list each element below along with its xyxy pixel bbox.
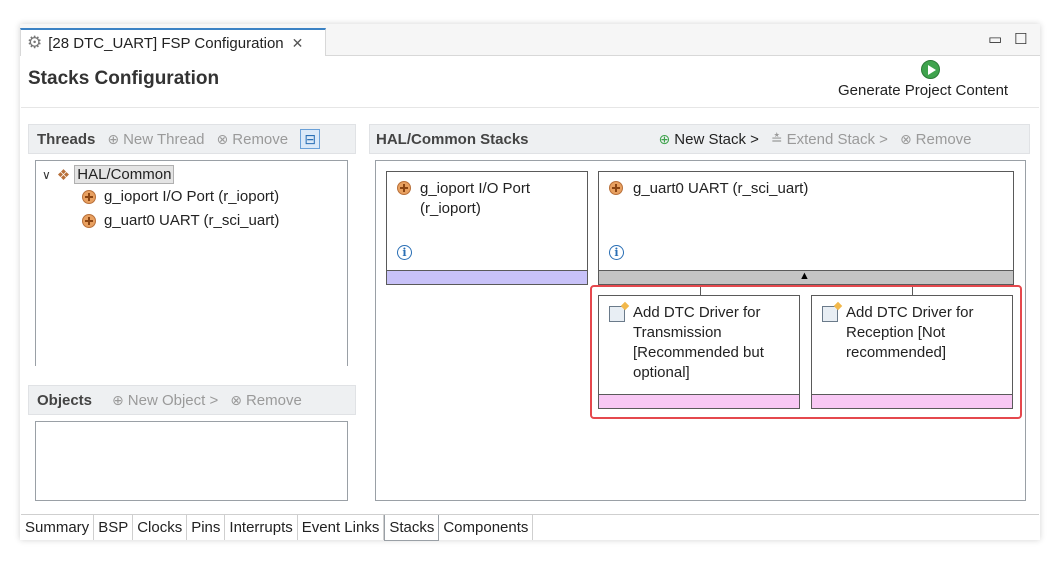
block-title: g_uart0 UART (r_sci_uart) <box>633 180 809 197</box>
page-title: Stacks Configuration <box>28 68 220 89</box>
stack-block-bar <box>387 270 587 284</box>
dtc-block-bar <box>599 394 799 408</box>
tree-item-label: g_uart0 UART (r_sci_uart) <box>104 212 280 229</box>
dtc-block-bar <box>812 394 1012 408</box>
editor-tab-label: [28 DTC_UART] FSP Configuration <box>48 34 284 52</box>
collapse-icon[interactable]: ⊟ <box>300 129 321 149</box>
tree-item-ioport[interactable]: g_ioport I/O Port (r_ioport) <box>82 188 279 205</box>
tab-clocks[interactable]: Clocks <box>133 515 188 540</box>
chevron-down-icon[interactable]: ∨ <box>42 168 51 182</box>
tab-components[interactable]: Components <box>439 515 534 540</box>
dtc-text-line: Add DTC Driver for <box>846 304 974 321</box>
threads-header: Threads ⊕ New Thread ⊗ Remove ⊟ <box>28 124 356 154</box>
remove-icon: ⊗ <box>216 130 229 147</box>
bottom-tab-bar: Summary BSP Clocks Pins Interrupts Event… <box>21 514 1039 541</box>
dtc-block-transmission[interactable]: Add DTC Driver for Transmission [Recomme… <box>598 295 800 409</box>
dtc-text-line: Transmission <box>633 324 722 341</box>
add-driver-icon <box>822 306 838 322</box>
new-object-label: New Object > <box>127 391 219 409</box>
objects-heading: Objects <box>37 391 93 409</box>
generate-icon[interactable] <box>921 60 940 79</box>
extend-stack-icon: ≛ <box>770 130 783 147</box>
tab-interrupts[interactable]: Interrupts <box>225 515 298 540</box>
tree-root-label: HAL/Common <box>74 165 175 184</box>
dtc-block-text: Add DTC Driver for Reception [Not recomm… <box>846 303 974 363</box>
info-icon[interactable]: i <box>609 245 624 260</box>
gear-icon: ⚙ <box>27 33 43 52</box>
stacks-header: HAL/Common Stacks ⊕ New Stack > ≛ Extend… <box>369 124 1030 154</box>
stack-block-ioport[interactable]: g_ioport I/O Port (r_ioport) i <box>386 171 588 285</box>
new-object-icon: ⊕ <box>112 391 124 408</box>
new-stack-button[interactable]: ⊕ New Stack > <box>659 131 759 148</box>
remove-icon: ⊗ <box>230 391 242 408</box>
block-title-line: g_ioport I/O Port <box>420 180 531 197</box>
module-icon <box>397 181 411 195</box>
remove-stack-button[interactable]: ⊗ Remove <box>900 131 972 148</box>
hal-common-icon: ❖ <box>56 166 71 184</box>
remove-thread-button[interactable]: ⊗ Remove <box>217 131 289 148</box>
generate-project-content-button[interactable]: Generate Project Content <box>838 82 1008 99</box>
block-title: g_ioport I/O Port (r_ioport) <box>420 179 530 219</box>
new-thread-icon: ⊕ <box>107 130 120 147</box>
remove-thread-label: Remove <box>232 130 289 148</box>
minimize-icon[interactable]: ▭ <box>988 30 1002 48</box>
remove-icon: ⊗ <box>899 130 912 147</box>
extend-stack-button[interactable]: ≛ Extend Stack > <box>771 131 888 148</box>
module-icon <box>82 213 96 228</box>
objects-list <box>35 421 348 501</box>
tab-bsp[interactable]: BSP <box>94 515 134 540</box>
add-driver-icon <box>609 306 625 322</box>
stacks-heading: HAL/Common Stacks <box>376 130 529 148</box>
tree-item-label: g_ioport I/O Port (r_ioport) <box>104 188 280 205</box>
tree-root-row[interactable]: ∨ ❖ HAL/Common <box>42 165 175 184</box>
close-icon[interactable]: ✕ <box>292 35 304 52</box>
dtc-text-line: optional] <box>633 364 690 381</box>
new-thread-label: New Thread <box>123 130 205 148</box>
dtc-text-line: recommended] <box>846 344 947 361</box>
editor-tab[interactable]: ⚙ [28 DTC_UART] FSP Configuration ✕ <box>20 28 326 56</box>
extend-stack-label: Extend Stack > <box>786 130 888 148</box>
objects-header: Objects ⊕ New Object > ⊗ Remove <box>28 385 356 415</box>
tab-summary[interactable]: Summary <box>21 515 95 540</box>
module-icon <box>82 189 96 204</box>
stack-block-uart[interactable]: g_uart0 UART (r_sci_uart) i ▲ <box>598 171 1014 285</box>
tab-stacks[interactable]: Stacks <box>384 515 440 541</box>
expand-up-icon[interactable]: ▲ <box>799 270 810 282</box>
new-object-button[interactable]: ⊕ New Object > <box>112 392 218 409</box>
remove-object-label: Remove <box>245 391 302 409</box>
new-thread-button[interactable]: ⊕ New Thread <box>107 131 204 148</box>
block-title-line: (r_ioport) <box>420 200 481 217</box>
new-stack-icon: ⊕ <box>658 130 671 147</box>
info-icon[interactable]: i <box>397 245 412 260</box>
maximize-icon[interactable]: ☐ <box>1014 30 1027 48</box>
tree-item-uart[interactable]: g_uart0 UART (r_sci_uart) <box>82 212 279 229</box>
threads-heading: Threads <box>37 130 96 148</box>
tab-event-links[interactable]: Event Links <box>298 515 385 540</box>
dtc-text-line: Add DTC Driver for <box>633 304 761 321</box>
remove-object-button[interactable]: ⊗ Remove <box>230 392 302 409</box>
remove-stack-label: Remove <box>915 130 972 148</box>
dtc-block-text: Add DTC Driver for Transmission [Recomme… <box>633 303 764 383</box>
tab-pins[interactable]: Pins <box>187 515 226 540</box>
dtc-block-reception[interactable]: Add DTC Driver for Reception [Not recomm… <box>811 295 1013 409</box>
dtc-text-line: Reception [Not <box>846 324 946 341</box>
threads-tree: ∨ ❖ HAL/Common g_ioport I/O Port (r_iopo… <box>35 160 348 366</box>
new-stack-label: New Stack > <box>674 130 759 148</box>
module-icon <box>609 181 623 195</box>
dtc-text-line: [Recommended but <box>633 344 764 361</box>
